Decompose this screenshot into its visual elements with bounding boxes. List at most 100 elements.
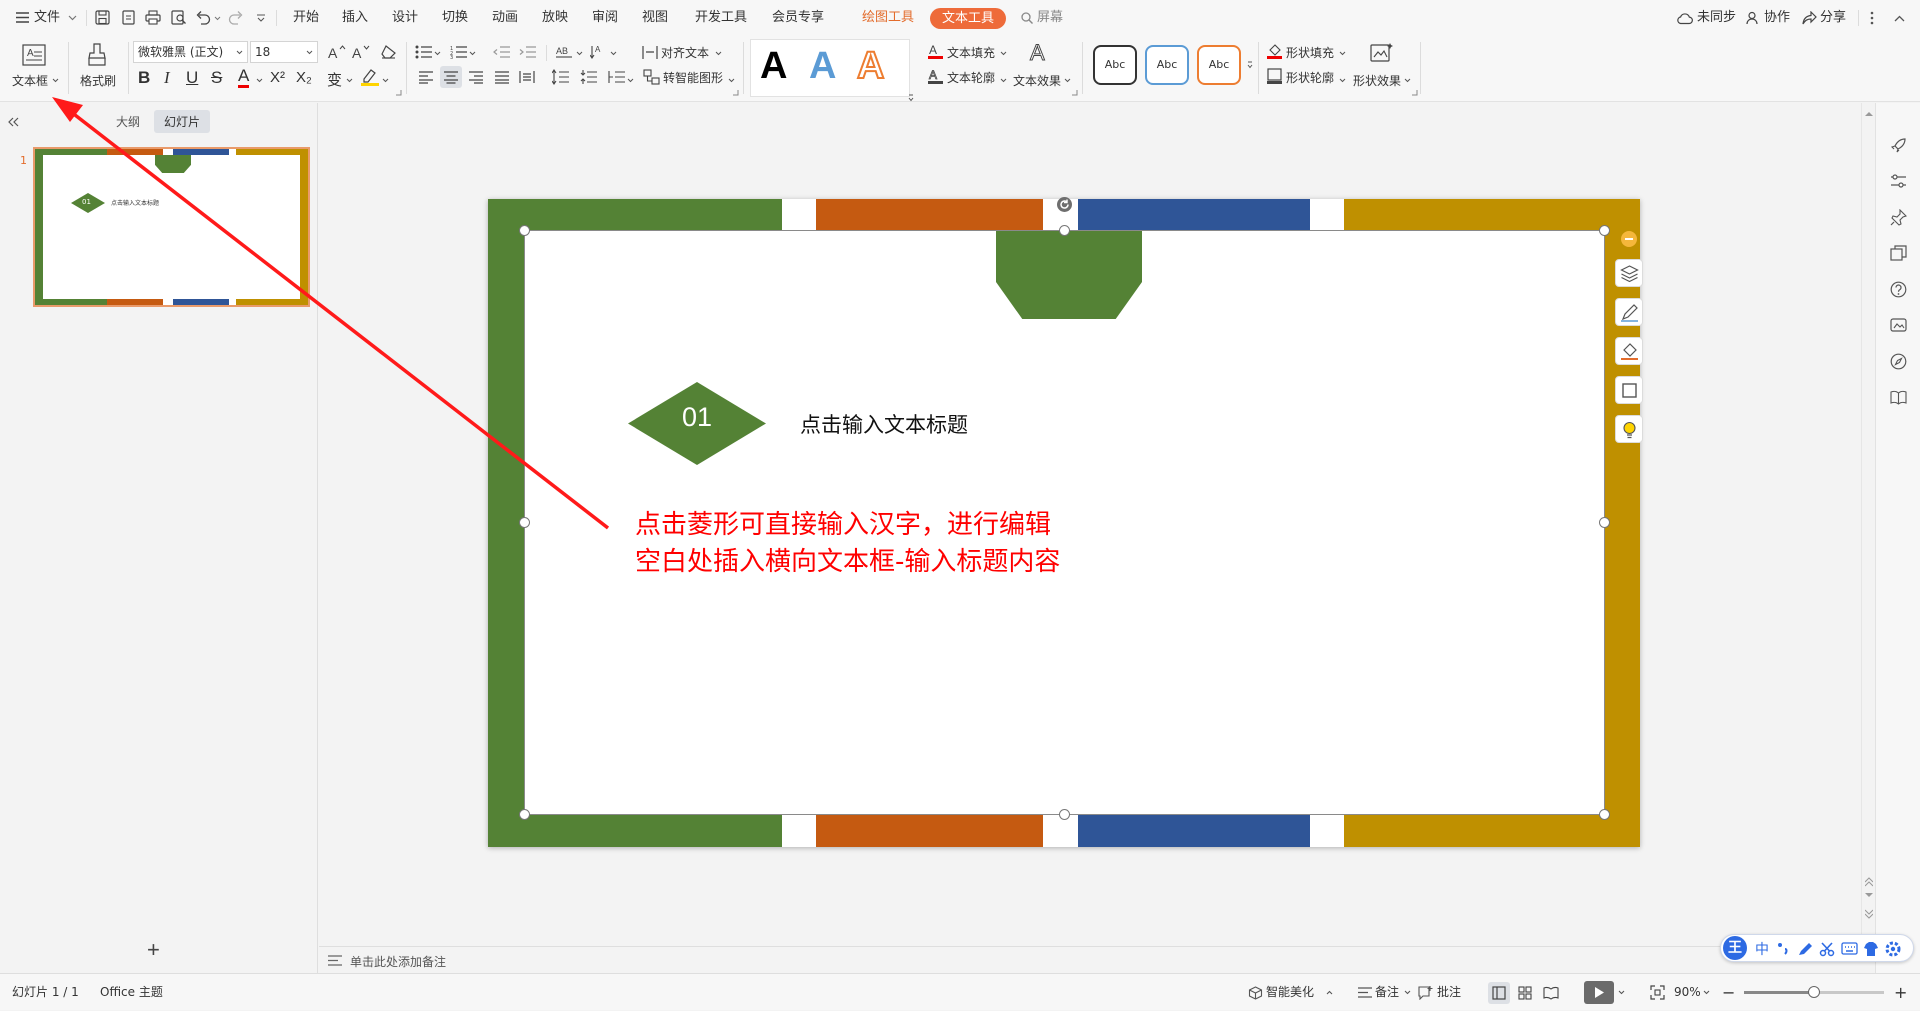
sliders-icon[interactable] xyxy=(1890,173,1907,190)
print-icon[interactable] xyxy=(145,10,161,25)
zoom-out-button[interactable]: − xyxy=(1722,974,1735,1011)
resize-handle-br[interactable] xyxy=(1599,809,1610,820)
tab-developer[interactable]: 开发工具 xyxy=(695,0,747,36)
resize-handle-ml[interactable] xyxy=(519,517,530,528)
print-preview-icon[interactable] xyxy=(171,10,187,25)
strikethrough-button[interactable]: S xyxy=(211,68,222,88)
chevron-down-icon[interactable] xyxy=(1703,990,1710,995)
wordart-style-black[interactable]: A xyxy=(760,47,787,85)
font-name-select[interactable]: 微软雅黑 (正文) xyxy=(133,41,248,63)
save-icon[interactable] xyxy=(95,10,110,25)
ime-logo[interactable]: 王 xyxy=(1723,936,1747,960)
resize-handle-bc[interactable] xyxy=(1059,809,1070,820)
increase-indent-icon[interactable] xyxy=(519,45,536,59)
text-outline-button[interactable]: 文本轮廓 xyxy=(947,69,995,86)
wordart-style-blue[interactable]: A xyxy=(809,47,836,85)
slide[interactable]: 01 点击输入文本标题 点击菱形可直接输入汉字，进行编辑 空白处插入横向文本框-… xyxy=(488,196,1643,847)
notes-toggle-button[interactable]: 备注 xyxy=(1375,974,1399,1011)
zoom-level[interactable]: 90% xyxy=(1674,974,1701,1011)
collapse-ribbon-icon[interactable] xyxy=(1894,15,1905,22)
font-shrink-icon[interactable]: A xyxy=(352,44,370,60)
text-outline-icon[interactable]: A xyxy=(928,68,944,84)
chevron-down-icon[interactable] xyxy=(1064,78,1071,83)
gallery-expand-icon[interactable] xyxy=(1247,61,1253,69)
skin-icon[interactable] xyxy=(1863,941,1879,957)
text-fill-icon[interactable]: A xyxy=(928,43,944,59)
share-button[interactable]: 分享 xyxy=(1820,0,1846,36)
reading-view-icon[interactable] xyxy=(1543,986,1559,1000)
text-fill-button[interactable]: 文本填充 xyxy=(947,44,995,61)
beautify-button[interactable]: 智能美化 xyxy=(1266,974,1314,1011)
shape-outline-button[interactable]: 形状轮廓 xyxy=(1286,69,1334,86)
tab-home[interactable]: 开始 xyxy=(293,0,319,36)
image-tool-icon[interactable] xyxy=(1890,317,1907,334)
shape-style-orange[interactable]: Abc xyxy=(1197,45,1241,85)
outline-button[interactable] xyxy=(1615,376,1643,404)
text-dialog-launcher-icon[interactable] xyxy=(1072,90,1078,96)
fill-button[interactable] xyxy=(1615,337,1643,365)
diamond-badge-text[interactable]: 01 xyxy=(628,402,766,433)
bold-button[interactable]: B xyxy=(138,68,150,88)
chevron-down-icon[interactable] xyxy=(610,51,617,56)
text-effect-icon[interactable]: A xyxy=(1028,41,1050,65)
clear-format-icon[interactable] xyxy=(380,44,397,59)
more-icon[interactable] xyxy=(1870,11,1874,25)
notes-bar[interactable]: 单击此处添加备注 xyxy=(319,946,1861,973)
export-icon[interactable] xyxy=(121,10,136,25)
redo-icon[interactable] xyxy=(228,10,244,25)
zoom-slider-thumb[interactable] xyxy=(1808,986,1820,998)
chevron-down-icon[interactable] xyxy=(382,78,389,83)
chevron-down-icon[interactable] xyxy=(469,51,476,56)
comment-button[interactable]: 批注 xyxy=(1437,974,1461,1011)
layers-button[interactable] xyxy=(1615,259,1643,287)
search-icon[interactable] xyxy=(1021,12,1033,24)
pen-button[interactable] xyxy=(1615,298,1643,326)
collapse-panel-icon[interactable] xyxy=(8,117,19,127)
gallery-expand-icon[interactable] xyxy=(908,94,914,102)
shape-style-black[interactable]: Abc xyxy=(1093,45,1137,85)
collapse-float-toolbar-icon[interactable] xyxy=(1620,230,1638,248)
resize-handle-tc[interactable] xyxy=(1059,225,1070,236)
paragraph-settings-icon[interactable] xyxy=(608,69,625,85)
font-size-select[interactable]: 18 xyxy=(250,41,318,63)
shape-effect-button[interactable]: 形状效果 xyxy=(1353,72,1401,89)
resize-handle-tr[interactable] xyxy=(1599,225,1610,236)
tab-drawing-tools[interactable]: 绘图工具 xyxy=(862,0,914,36)
smart-art-icon[interactable] xyxy=(643,69,660,85)
align-text-icon[interactable] xyxy=(642,45,658,60)
tab-shape[interactable] xyxy=(996,231,1142,319)
tab-design[interactable]: 设计 xyxy=(392,0,418,36)
chevron-down-icon[interactable] xyxy=(576,51,583,56)
shape-fill-button[interactable]: 形状填充 xyxy=(1286,44,1334,61)
chevron-down-icon[interactable] xyxy=(728,78,735,83)
chevron-down-icon[interactable] xyxy=(256,78,263,83)
vertical-scrollbar[interactable] xyxy=(1861,103,1875,946)
scroll-down-icon[interactable] xyxy=(1865,893,1873,898)
format-painter-icon[interactable] xyxy=(86,43,108,67)
punctuation-icon[interactable] xyxy=(1777,942,1789,956)
shape-effect-icon[interactable] xyxy=(1370,42,1394,64)
align-text-button[interactable]: 对齐文本 xyxy=(661,44,709,61)
grid-view-icon[interactable] xyxy=(1518,986,1532,1000)
bullet-list-icon[interactable] xyxy=(415,45,432,59)
search-label[interactable]: 屏幕 xyxy=(1037,0,1063,36)
superscript-button[interactable]: X² xyxy=(270,69,285,86)
pin-icon[interactable] xyxy=(1890,209,1907,226)
format-painter-label[interactable]: 格式刷 xyxy=(80,72,116,89)
distribute-icon[interactable] xyxy=(519,70,535,84)
annotation-line-2[interactable]: 空白处插入横向文本框-输入标题内容 xyxy=(635,541,1060,578)
comment-icon[interactable] xyxy=(1418,985,1433,1000)
theme-name[interactable]: Office 主题 xyxy=(100,974,163,1011)
chevron-down-icon[interactable] xyxy=(52,78,59,83)
normal-view-icon[interactable] xyxy=(1492,986,1506,1000)
tab-slides[interactable]: 幻灯片 xyxy=(154,110,211,133)
file-menu[interactable]: 文件 xyxy=(34,0,60,36)
tab-view[interactable]: 视图 xyxy=(642,0,668,36)
prev-slide-icon[interactable] xyxy=(1865,877,1873,887)
rotate-handle-icon[interactable] xyxy=(1056,196,1073,213)
chevron-down-icon[interactable] xyxy=(627,78,634,83)
rocket-icon[interactable] xyxy=(1890,137,1907,154)
subscript-button[interactable]: X₂ xyxy=(296,69,312,86)
tab-text-tools[interactable]: 文本工具 xyxy=(930,8,1007,29)
chevron-down-icon[interactable] xyxy=(1000,51,1007,56)
